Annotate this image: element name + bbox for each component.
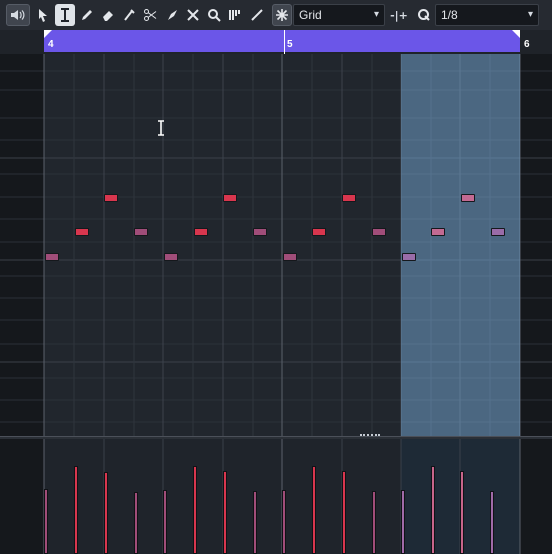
note[interactable] (461, 194, 475, 202)
quantize-icon[interactable] (414, 4, 434, 26)
note[interactable] (134, 228, 148, 236)
note[interactable] (164, 253, 178, 261)
velocity-bar[interactable] (134, 492, 138, 554)
erase-icon[interactable] (98, 4, 118, 26)
velocity-bar[interactable] (312, 466, 316, 554)
note[interactable] (223, 194, 237, 202)
velocity-bar[interactable] (490, 491, 494, 554)
note-grid[interactable] (0, 54, 552, 436)
split-icon[interactable] (140, 4, 160, 26)
trim-icon[interactable] (119, 4, 139, 26)
splitter-grip-icon[interactable] (360, 434, 380, 438)
note[interactable] (491, 228, 505, 236)
range-selection[interactable] (401, 54, 520, 436)
velocity-lane[interactable] (0, 439, 552, 554)
velocity-bar[interactable] (74, 466, 78, 554)
velocity-bar[interactable] (193, 466, 197, 554)
velocity-bar[interactable] (431, 466, 435, 554)
bar-6-label: 6 (524, 39, 530, 50)
bar-5-tick (284, 30, 285, 54)
velocity-bar[interactable] (163, 490, 167, 554)
note[interactable] (283, 253, 297, 261)
snap-type-select[interactable]: Grid ▾ (293, 4, 385, 26)
velocity-bar[interactable] (342, 471, 346, 554)
velocity-bar[interactable] (223, 471, 227, 554)
toolbar: Grid ▾ -|+ 1/8 ▾ (0, 0, 552, 31)
note[interactable] (342, 194, 356, 202)
velocity-bar[interactable] (460, 471, 464, 554)
speaker-icon[interactable] (6, 4, 30, 26)
line-icon[interactable] (247, 4, 267, 26)
ruler[interactable]: 4 5 6 (0, 30, 552, 54)
mute-icon[interactable] (183, 4, 203, 26)
note[interactable] (402, 253, 416, 261)
locator-markers (44, 30, 520, 38)
snap-icon[interactable] (272, 4, 292, 26)
chevron-down-icon: ▾ (373, 9, 379, 20)
comp-icon[interactable] (225, 4, 245, 26)
velocity-bar[interactable] (44, 489, 48, 554)
glue-icon[interactable] (162, 4, 182, 26)
zoom-icon[interactable] (204, 4, 224, 26)
quantize-value: 1/8 (441, 8, 458, 22)
snap-mode-icon[interactable]: -|+ (388, 4, 410, 26)
chevron-down-icon: ▾ (527, 9, 533, 20)
bar-5-label: 5 (287, 39, 293, 50)
quantize-select[interactable]: 1/8 ▾ (435, 4, 539, 26)
draw-icon[interactable] (77, 4, 97, 26)
note[interactable] (372, 228, 386, 236)
note[interactable] (104, 194, 118, 202)
note[interactable] (75, 228, 89, 236)
note[interactable] (45, 253, 59, 261)
bar-4-label: 4 (48, 39, 54, 50)
note[interactable] (253, 228, 267, 236)
velocity-bar[interactable] (401, 490, 405, 554)
velocity-bar[interactable] (282, 490, 286, 554)
velocity-bar[interactable] (253, 491, 257, 554)
note[interactable] (312, 228, 326, 236)
note[interactable] (194, 228, 208, 236)
velocity-bar[interactable] (372, 491, 376, 554)
range-selection-icon[interactable] (55, 4, 75, 26)
snap-type-value: Grid (299, 8, 322, 22)
object-selection-icon[interactable] (33, 4, 53, 26)
velocity-grid (0, 439, 552, 554)
velocity-bar[interactable] (104, 472, 108, 554)
note[interactable] (431, 228, 445, 236)
